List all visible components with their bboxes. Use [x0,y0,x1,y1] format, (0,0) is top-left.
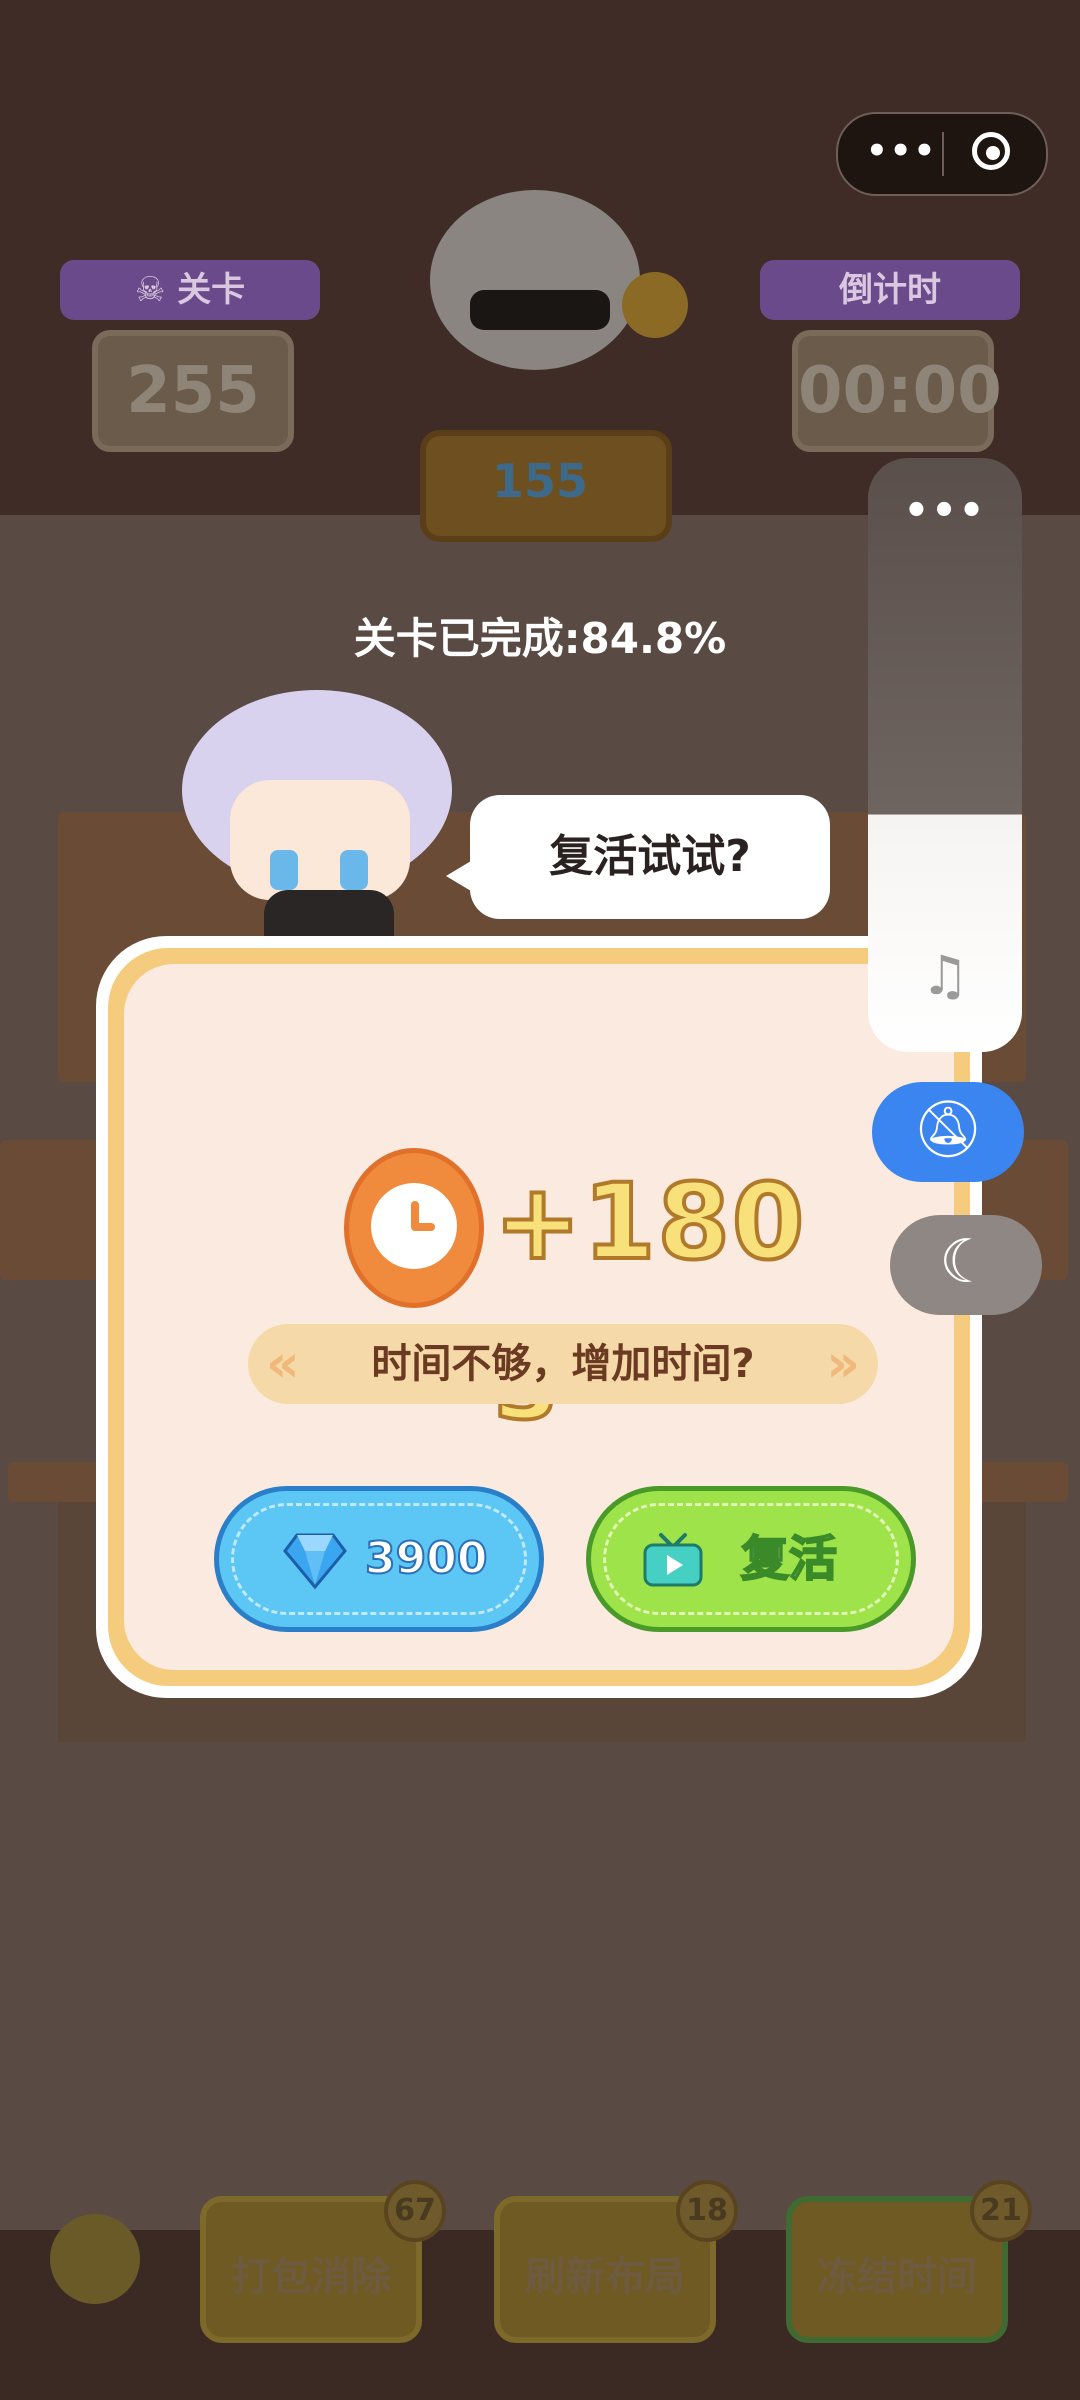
add-time-hint-text: 时间不够，增加时间? [371,1341,755,1387]
panel-more-button[interactable]: ••• [868,488,1022,534]
booster-label: 打包消除 [231,2254,391,2300]
tear-icon [340,850,368,890]
booster-label: 刷新布局 [525,2254,685,2300]
clock-minute-hand [411,1223,435,1231]
bell-off-icon: 🔕︎ [912,1097,984,1162]
timer-banner: 倒计时 [760,260,1020,320]
revive-popup: +180 s « 时间不够，增加时间? » 3900 复活 [96,936,982,1698]
booster-label: 冻结时间 [817,2254,977,2300]
level-banner: ☠ 关卡 [60,260,320,320]
clock-face [371,1183,457,1269]
time-bonus-text: +180 s [492,1159,807,1445]
target-icon [986,146,1000,160]
more-options-button[interactable]: ••• [866,134,935,172]
crying-character-face [230,780,410,900]
moon-icon: ☾ [939,1227,993,1297]
diamond-icon [283,1533,347,1590]
capsule-divider [942,132,944,176]
revive-with-gems-button[interactable]: 3900 [214,1486,544,1632]
booster-count-badge: 67 [384,2180,446,2242]
mute-notifications-button[interactable]: 🔕︎ [872,1082,1024,1182]
settings-gear-icon[interactable] [50,2214,140,2304]
miniprogram-capsule: ••• [836,112,1048,196]
popup-content: +180 s « 时间不够，增加时间? » 3900 复活 [124,964,954,1670]
booster-count-badge: 18 [676,2180,738,2242]
gem-cost-label: 3900 [364,1532,488,1585]
timer-value: 00:00 [792,330,1002,452]
sunglasses-icon [470,290,610,330]
revive-watch-ad-button[interactable]: 复活 [586,1486,916,1632]
revive-label: 复活 [740,1530,838,1588]
dark-mode-button[interactable]: ☾ [890,1215,1042,1315]
booster-count-badge: 21 [970,2180,1032,2242]
tv-play-icon [643,1533,703,1587]
add-time-hint: « 时间不够，增加时间? » [248,1324,878,1404]
chevron-right-icon: » [826,1334,860,1394]
skull-icon: ☠ [134,270,166,310]
tear-icon [270,850,298,890]
speech-bubble: 复活试试? [470,795,830,919]
floating-side-panel: ••• ♫ [868,458,1022,1052]
refresh-icon[interactable] [622,272,688,338]
music-note-icon[interactable]: ♫ [868,944,1022,1007]
player-avatar[interactable] [430,190,640,370]
clock-icon [344,1148,484,1308]
level-label: 关卡 [177,270,246,310]
close-miniprogram-button[interactable] [972,132,1010,170]
gem-counter-value: 155 [491,454,589,508]
chevron-left-icon: « [266,1334,300,1394]
level-value: 255 [92,330,294,452]
